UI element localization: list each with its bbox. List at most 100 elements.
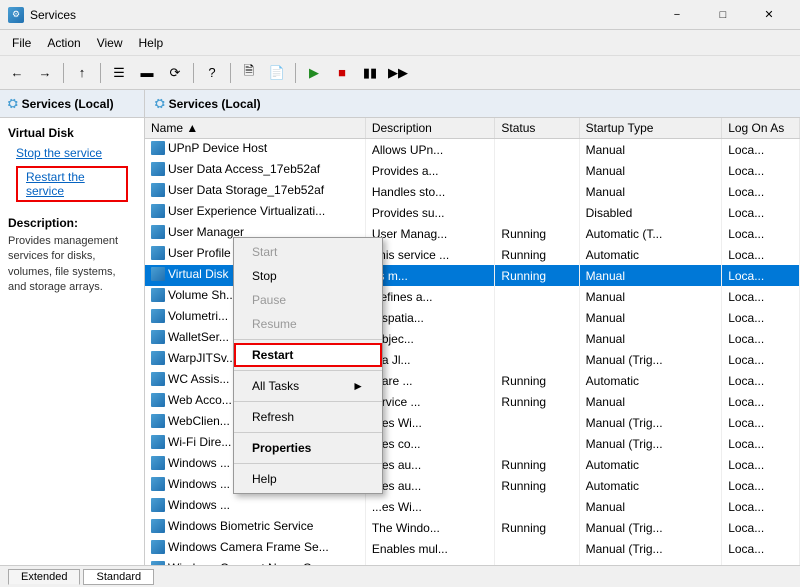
service-startup-cell: Manual (Trig...: [579, 433, 722, 454]
service-startup-cell: Manual: [579, 265, 722, 286]
toolbar-refresh[interactable]: ⟳: [162, 60, 188, 86]
service-startup-cell: Manual: [579, 328, 722, 349]
service-startup-cell: Manual: [579, 160, 722, 181]
service-log-cell: Loca...: [722, 412, 800, 433]
service-name-cell: Windows ...: [145, 496, 365, 517]
ctx-help[interactable]: Help: [234, 467, 382, 491]
title-bar: ⚙ Services − □ ✕: [0, 0, 800, 30]
ctx-stop[interactable]: Stop: [234, 264, 382, 288]
service-name-cell: User Data Storage_17eb52af: [145, 181, 365, 202]
menu-action[interactable]: Action: [39, 33, 88, 53]
ctx-refresh[interactable]: Refresh: [234, 405, 382, 429]
menu-file[interactable]: File: [4, 33, 39, 53]
right-panel-title: Services (Local): [169, 97, 261, 111]
service-desc-cell: ...es au...: [365, 475, 495, 496]
maximize-button[interactable]: □: [700, 0, 746, 30]
service-name-cell: User Experience Virtualizati...: [145, 202, 365, 223]
service-name-cell: Windows Camera Frame Se...: [145, 538, 365, 559]
service-log-cell: Loca...: [722, 181, 800, 202]
service-log-cell: Loca...: [722, 454, 800, 475]
tab-standard[interactable]: Standard: [83, 569, 154, 585]
minimize-button[interactable]: −: [654, 0, 700, 30]
toolbar-pause[interactable]: ▮▮: [357, 60, 383, 86]
col-header-log[interactable]: Log On As: [722, 118, 800, 139]
service-status-cell: [495, 202, 579, 223]
toolbar-start[interactable]: ▶: [301, 60, 327, 86]
table-row[interactable]: Windows Biometric ServiceThe Windo...Run…: [145, 517, 800, 538]
service-startup-cell: Manual (Trig...: [579, 517, 722, 538]
toolbar-up[interactable]: ↑: [69, 60, 95, 86]
toolbar-sep-3: [193, 63, 194, 83]
stop-service-link[interactable]: Stop the service: [8, 144, 110, 162]
service-log-cell: Loca...: [722, 139, 800, 161]
service-log-cell: Loca...: [722, 265, 800, 286]
left-panel-header: ⛭ Services (Local): [0, 90, 144, 118]
toolbar-sep-1: [63, 63, 64, 83]
service-log-cell: Loca...: [722, 307, 800, 328]
col-header-startup[interactable]: Startup Type: [579, 118, 722, 139]
close-button[interactable]: ✕: [746, 0, 792, 30]
ctx-restart[interactable]: Restart: [234, 343, 382, 367]
window-title: Services: [30, 8, 654, 22]
service-desc-cell: This service ...: [365, 244, 495, 265]
ctx-start[interactable]: Start: [234, 240, 382, 264]
col-header-name[interactable]: Name ▲: [145, 118, 365, 139]
toolbar-resume[interactable]: ▶▶: [385, 60, 411, 86]
menu-view[interactable]: View: [89, 33, 131, 53]
service-desc-cell: WCNCSVC ...: [365, 559, 495, 565]
table-row[interactable]: Windows Camera Frame Se...Enables mul...…: [145, 538, 800, 559]
table-row[interactable]: Windows Connect Now - C...WCNCSVC ...Man…: [145, 559, 800, 565]
service-startup-cell: Manual: [579, 391, 722, 412]
col-header-status[interactable]: Status: [495, 118, 579, 139]
app-icon: ⚙: [8, 7, 24, 23]
toolbar-stop[interactable]: ■: [329, 60, 355, 86]
service-startup-cell: Automatic: [579, 244, 722, 265]
service-status-cell: [495, 307, 579, 328]
service-status-cell: [495, 160, 579, 181]
ctx-sep-5: [234, 463, 382, 464]
toolbar-forward[interactable]: →: [32, 60, 58, 86]
service-log-cell: Loca...: [722, 475, 800, 496]
service-startup-cell: Manual (Trig...: [579, 349, 722, 370]
ctx-sep-3: [234, 401, 382, 402]
service-log-cell: Loca...: [722, 328, 800, 349]
toolbar-filter[interactable]: 📄: [264, 60, 290, 86]
main-layout: ⛭ Services (Local) Virtual Disk Stop the…: [0, 90, 800, 565]
table-row[interactable]: User Experience Virtualizati...Provides …: [145, 202, 800, 223]
tab-extended[interactable]: Extended: [8, 569, 80, 585]
service-log-cell: Loca...: [722, 496, 800, 517]
toolbar-sep-4: [230, 63, 231, 83]
service-desc-cell: User Manag...: [365, 223, 495, 244]
toolbar-back[interactable]: ←: [4, 60, 30, 86]
service-desc-cell: The Windo...: [365, 517, 495, 538]
table-row[interactable]: Windows ......es Wi...ManualLoca...: [145, 496, 800, 517]
menu-help[interactable]: Help: [131, 33, 172, 53]
ctx-properties[interactable]: Properties: [234, 436, 382, 460]
table-row[interactable]: User Data Storage_17eb52afHandles sto...…: [145, 181, 800, 202]
status-bar: Extended Standard: [0, 565, 800, 587]
col-header-desc[interactable]: Description: [365, 118, 495, 139]
toolbar-export[interactable]: 🗎: [236, 60, 262, 86]
service-log-cell: Loca...: [722, 223, 800, 244]
ctx-pause[interactable]: Pause: [234, 288, 382, 312]
toolbar-show-hide[interactable]: ☰: [106, 60, 132, 86]
ctx-resume[interactable]: Resume: [234, 312, 382, 336]
service-startup-cell: Manual: [579, 286, 722, 307]
restart-service-link[interactable]: Restart the service: [16, 166, 128, 202]
ctx-all-tasks[interactable]: All Tasks ►: [234, 374, 382, 398]
service-status-cell: [495, 496, 579, 517]
service-status-cell: Running: [495, 475, 579, 496]
toolbar-help[interactable]: ?: [199, 60, 225, 86]
table-row[interactable]: User Data Access_17eb52afProvides a...Ma…: [145, 160, 800, 181]
service-log-cell: Loca...: [722, 370, 800, 391]
service-desc-cell: Allows UPn...: [365, 139, 495, 161]
left-panel: ⛭ Services (Local) Virtual Disk Stop the…: [0, 90, 145, 565]
service-desc-cell: Enables mul...: [365, 538, 495, 559]
service-desc-cell: ...rvice ...: [365, 391, 495, 412]
toolbar-properties[interactable]: ▬: [134, 60, 160, 86]
ctx-sep-1: [234, 339, 382, 340]
toolbar: ← → ↑ ☰ ▬ ⟳ ? 🗎 📄 ▶ ■ ▮▮ ▶▶: [0, 56, 800, 90]
service-status-cell: [495, 328, 579, 349]
table-row[interactable]: UPnP Device HostAllows UPn...ManualLoca.…: [145, 139, 800, 161]
window-controls: − □ ✕: [654, 0, 792, 30]
